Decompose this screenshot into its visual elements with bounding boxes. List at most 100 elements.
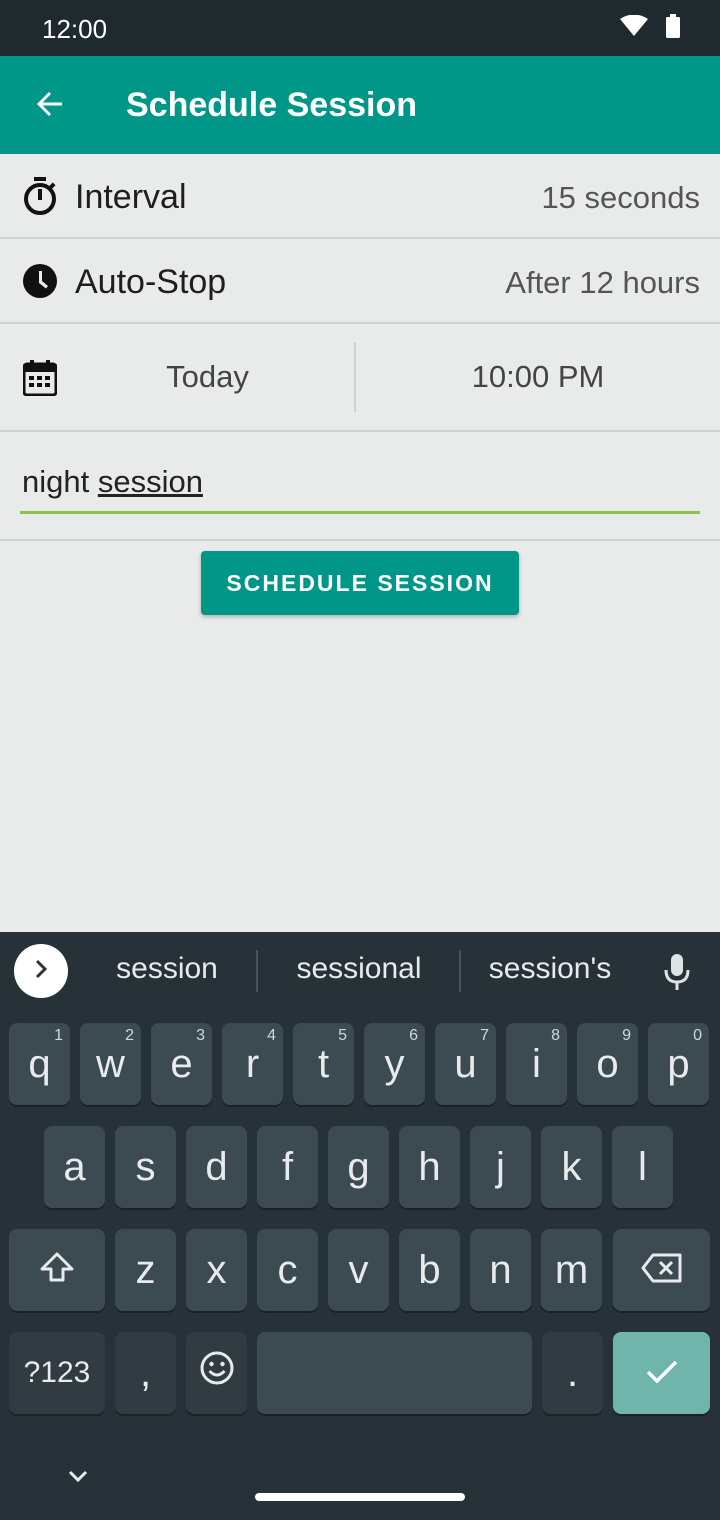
back-button[interactable]	[24, 80, 76, 132]
key-x[interactable]: x	[186, 1229, 247, 1311]
shift-icon	[39, 1248, 75, 1293]
key-h[interactable]: h	[399, 1126, 460, 1208]
key-label: l	[638, 1144, 647, 1189]
status-bar: 12:00	[0, 0, 720, 56]
key-label: z	[135, 1247, 156, 1292]
space-key[interactable]	[257, 1332, 532, 1414]
emoji-key[interactable]	[186, 1332, 247, 1414]
key-l[interactable]: l	[612, 1126, 673, 1208]
key-label: k	[561, 1144, 582, 1189]
battery-icon	[666, 14, 680, 43]
key-j[interactable]: j	[470, 1126, 531, 1208]
suggestion-divider	[256, 950, 258, 992]
key-hint: 9	[622, 1027, 631, 1044]
key-i[interactable]: i8	[506, 1023, 567, 1105]
key-label: j	[496, 1144, 505, 1189]
period-key[interactable]: .	[542, 1332, 603, 1414]
timer-icon	[20, 176, 60, 216]
session-name-text: night session	[22, 464, 203, 500]
suggestion-3[interactable]: session's	[468, 952, 632, 986]
key-hint: 5	[338, 1027, 347, 1044]
key-label: n	[489, 1247, 512, 1292]
session-name-field[interactable]: night session	[20, 458, 700, 514]
key-label: d	[205, 1144, 228, 1189]
suggestions-expand-button[interactable]	[14, 944, 68, 998]
key-s[interactable]: s	[115, 1126, 176, 1208]
suggestion-1[interactable]: session	[86, 952, 248, 986]
auto-stop-value: After 12 hours	[505, 265, 700, 300]
key-label: f	[281, 1144, 294, 1189]
key-label: m	[554, 1247, 589, 1292]
app-bar: Schedule Session	[0, 56, 720, 154]
session-name-composing: session	[97, 464, 203, 499]
key-hint: 6	[409, 1027, 418, 1044]
keyboard-hide-button[interactable]	[64, 1466, 92, 1486]
key-f[interactable]: f	[257, 1126, 318, 1208]
key-o[interactable]: o9	[577, 1023, 638, 1105]
interval-value: 15 seconds	[541, 180, 700, 215]
key-q[interactable]: q1	[9, 1023, 70, 1105]
key-hint: 8	[551, 1027, 560, 1044]
key-hint: 4	[267, 1027, 276, 1044]
key-label: s	[135, 1144, 156, 1189]
key-label: q	[28, 1041, 51, 1086]
backspace-key[interactable]	[613, 1229, 710, 1311]
key-label: h	[418, 1144, 441, 1189]
shift-key[interactable]	[9, 1229, 105, 1311]
key-w[interactable]: w2	[80, 1023, 141, 1105]
calendar-icon	[20, 358, 60, 398]
schedule-session-button[interactable]: SCHEDULE SESSION	[201, 551, 519, 615]
key-a[interactable]: a	[44, 1126, 105, 1208]
date-time-row: Today 10:00 PM	[0, 324, 720, 432]
suggestion-2[interactable]: sessional	[266, 952, 452, 986]
key-label: o	[596, 1041, 619, 1086]
key-hint: 7	[480, 1027, 489, 1044]
key-e[interactable]: e3	[151, 1023, 212, 1105]
key-v[interactable]: v	[328, 1229, 389, 1311]
key-label: y	[384, 1041, 405, 1086]
microphone-icon[interactable]	[662, 952, 692, 992]
date-value: Today	[166, 359, 249, 394]
done-key[interactable]	[613, 1332, 710, 1414]
key-z[interactable]: z	[115, 1229, 176, 1311]
key-t[interactable]: t5	[293, 1023, 354, 1105]
key-y[interactable]: y6	[364, 1023, 425, 1105]
symbols-key-label: ?123	[23, 1356, 91, 1389]
date-picker[interactable]: Today	[60, 324, 355, 430]
key-r[interactable]: r4	[222, 1023, 283, 1105]
key-hint: 2	[125, 1027, 134, 1044]
interval-row[interactable]: Interval 15 seconds	[0, 154, 720, 239]
key-hint: 3	[196, 1027, 205, 1044]
time-picker[interactable]: 10:00 PM	[356, 324, 720, 430]
arrow-back-icon	[34, 88, 66, 125]
suggestion-bar: session sessional session's	[0, 932, 720, 1012]
auto-stop-row[interactable]: Auto-Stop After 12 hours	[0, 239, 720, 324]
key-d[interactable]: d	[186, 1126, 247, 1208]
page-title: Schedule Session	[126, 86, 417, 124]
key-u[interactable]: u7	[435, 1023, 496, 1105]
key-label: a	[63, 1144, 86, 1189]
session-name-row: night session	[0, 432, 720, 541]
key-m[interactable]: m	[541, 1229, 602, 1311]
key-g[interactable]: g	[328, 1126, 389, 1208]
home-indicator	[255, 1493, 465, 1501]
key-label: c	[277, 1247, 298, 1292]
key-label: g	[347, 1144, 370, 1189]
key-k[interactable]: k	[541, 1126, 602, 1208]
comma-key[interactable]: ,	[115, 1332, 176, 1414]
backspace-icon	[641, 1248, 683, 1293]
suggestion-divider	[459, 950, 461, 992]
clock-icon	[20, 261, 60, 301]
key-label: r	[245, 1041, 260, 1086]
key-c[interactable]: c	[257, 1229, 318, 1311]
key-n[interactable]: n	[470, 1229, 531, 1311]
period-key-label: .	[566, 1350, 579, 1395]
key-p[interactable]: p0	[648, 1023, 709, 1105]
key-label: i	[532, 1041, 541, 1086]
chevron-right-icon	[32, 958, 50, 985]
symbols-key[interactable]: ?123	[9, 1332, 105, 1414]
comma-key-label: ,	[139, 1350, 152, 1395]
chevron-down-icon	[64, 1470, 92, 1490]
key-b[interactable]: b	[399, 1229, 460, 1311]
time-value: 10:00 PM	[471, 359, 605, 394]
